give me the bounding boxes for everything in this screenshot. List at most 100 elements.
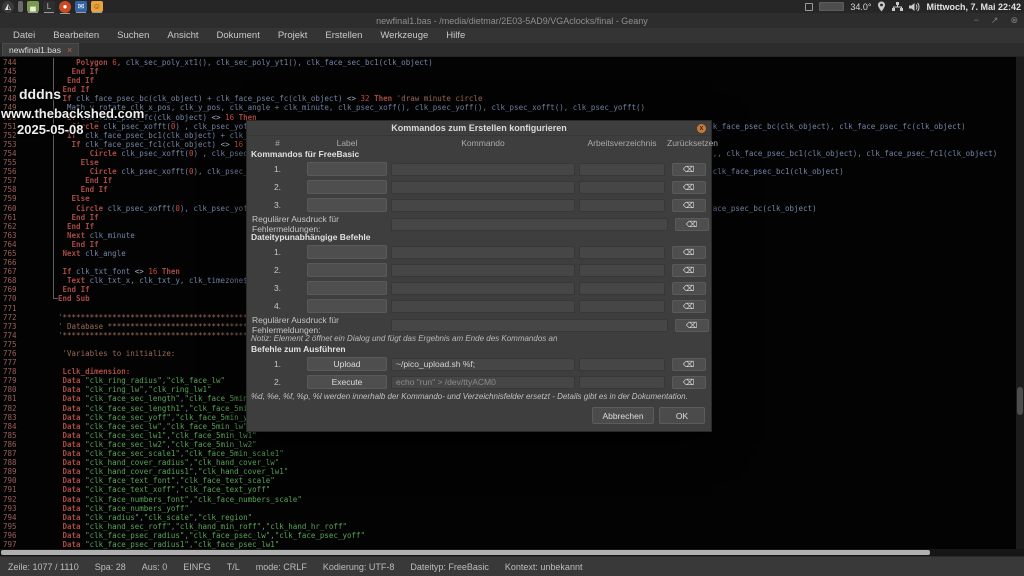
code-line-796[interactable]: 796 Data "clk_face_psec_radius","clk_fac… (0, 531, 997, 540)
network-icon[interactable] (892, 2, 903, 12)
label-button[interactable] (307, 281, 387, 295)
label-button[interactable] (307, 180, 387, 194)
menu-erstellen[interactable]: Erstellen (316, 28, 371, 43)
menu-suchen[interactable]: Suchen (108, 28, 158, 43)
command-field[interactable] (391, 282, 575, 295)
menu-ansicht[interactable]: Ansicht (158, 28, 207, 43)
command-field[interactable] (391, 181, 575, 194)
workdir-field[interactable] (579, 264, 665, 277)
code-line-786[interactable]: 786 Data "clk_face_sec_lw2","clk_face_5m… (0, 440, 997, 449)
reset-button[interactable]: ⌫ (672, 376, 706, 389)
command-field[interactable]: echo "run" > /dev/ttyACM0 (391, 376, 575, 389)
reset-button[interactable]: ⌫ (672, 199, 706, 212)
row-number: 2. (250, 377, 305, 387)
menu-datei[interactable]: Datei (4, 28, 44, 43)
workdir-field[interactable] (579, 282, 665, 295)
command-field[interactable] (391, 264, 575, 277)
command-field[interactable] (391, 199, 575, 212)
code-line-746[interactable]: 746 End If (0, 76, 997, 85)
workdir-field[interactable] (579, 246, 665, 259)
reset-button[interactable]: ⌫ (672, 163, 706, 176)
label-button[interactable] (307, 263, 387, 277)
code-line-788[interactable]: 788 Data "clk_hand_cover_radius","clk_ha… (0, 458, 997, 467)
regex-field[interactable] (391, 319, 668, 332)
menu-hilfe[interactable]: Hilfe (437, 28, 474, 43)
location-pin-icon[interactable] (877, 1, 886, 12)
minimize-button[interactable]: − (974, 13, 979, 28)
horizontal-scrollbar-thumb[interactable] (1, 550, 930, 555)
reset-button[interactable]: ⌫ (672, 358, 706, 371)
code-line-794[interactable]: 794 Data "clk_radius","clk_scale","clk_r… (0, 513, 997, 522)
temperature-indicator[interactable]: 34.0° (850, 2, 871, 12)
reset-button[interactable]: ⌫ (675, 218, 709, 231)
menu-werkzeuge[interactable]: Werkzeuge (371, 28, 437, 43)
code-line-748[interactable]: 748 If clk_face_psec_bc(clk_object) + cl… (0, 94, 997, 103)
code-line-745[interactable]: 745 End If (0, 67, 997, 76)
code-line-744[interactable]: 744 Polygon 6, clk_sec_poly_xt1(), clk_s… (0, 58, 997, 67)
tab-newfinal1[interactable]: newfinal1.bas × (2, 43, 79, 56)
code-line-795[interactable]: 795 Data "clk_hand_sec_roff","clk_hand_m… (0, 522, 997, 531)
reset-button[interactable]: ⌫ (672, 181, 706, 194)
tray-widget-box[interactable] (819, 2, 844, 11)
horizontal-scrollbar[interactable] (0, 549, 1024, 556)
label-button[interactable] (307, 299, 387, 313)
volume-icon[interactable] (909, 2, 920, 12)
menu-projekt[interactable]: Projekt (269, 28, 317, 43)
ok-button[interactable]: OK (659, 407, 705, 424)
close-button[interactable]: ⊗ (1010, 13, 1018, 28)
reset-button[interactable]: ⌫ (672, 300, 706, 313)
tab-close-icon[interactable]: × (67, 46, 72, 55)
menu-bearbeiten[interactable]: Bearbeiten (44, 28, 108, 43)
workdir-field[interactable] (579, 181, 665, 194)
vertical-scrollbar-thumb[interactable] (1017, 387, 1023, 415)
terminal-icon[interactable]: L (43, 1, 55, 12)
menu-dokument[interactable]: Dokument (208, 28, 269, 43)
code-line-749[interactable]: 749 Math v_rotate clk_x_pos, clk_y_pos, … (0, 103, 997, 112)
dialog-titlebar[interactable]: Kommandos zum Erstellen konfigurieren x (247, 121, 711, 136)
workdir-field[interactable] (579, 300, 665, 313)
command-field[interactable] (391, 163, 575, 176)
command-field[interactable]: ~/pico_upload.sh %f; (391, 358, 575, 371)
code-line-747[interactable]: 747 End If (0, 85, 997, 94)
workdir-field[interactable] (579, 199, 665, 212)
cancel-button[interactable]: Abbrechen (592, 407, 654, 424)
vertical-scrollbar[interactable] (1016, 57, 1024, 549)
chat-icon[interactable]: ☺ (91, 1, 103, 12)
media-app-icon[interactable]: ● (59, 1, 71, 13)
file-manager-icon[interactable]: ▄ (27, 1, 39, 12)
code-line-791[interactable]: 791 Data "clk_face_text_xoff","clk_face_… (0, 485, 997, 494)
code-line-792[interactable]: 792 Data "clk_face_numbers_font","clk_fa… (0, 495, 997, 504)
dialog-close-icon[interactable]: x (697, 124, 706, 133)
line-number: 781 (0, 394, 50, 403)
workdir-field[interactable] (579, 376, 665, 389)
code-line-787[interactable]: 787 Data "clk_face_sec_scale1","clk_face… (0, 449, 997, 458)
reset-button[interactable]: ⌫ (675, 319, 709, 332)
code-line-793[interactable]: 793 Data "clk_face_numbers_yoff" (0, 504, 997, 513)
label-button[interactable] (307, 198, 387, 212)
code-line-790[interactable]: 790 Data "clk_face_text_font","clk_face_… (0, 476, 997, 485)
distro-menu-icon[interactable]: ◭ (2, 1, 14, 13)
label-button[interactable]: Upload (307, 357, 387, 371)
code-line-797[interactable]: 797 Data "clk_face_psec_radius1","clk_fa… (0, 540, 997, 549)
line-text: End If (50, 67, 99, 76)
command-field[interactable] (391, 246, 575, 259)
reset-button[interactable]: ⌫ (672, 264, 706, 277)
maximize-button[interactable]: ↗ (991, 13, 999, 28)
window-titlebar[interactable]: newfinal1.bas - /media/dietmar/2E03-5AD9… (0, 13, 1024, 28)
window-restore-icon[interactable] (805, 3, 813, 11)
label-button[interactable] (307, 162, 387, 176)
code-line-789[interactable]: 789 Data "clk_hand_cover_radius1","clk_h… (0, 467, 997, 476)
label-button[interactable] (307, 245, 387, 259)
workdir-field[interactable] (579, 163, 665, 176)
panel-clock[interactable]: Mittwoch, 7. Mai 22:42 (926, 2, 1021, 12)
command-field[interactable] (391, 300, 575, 313)
reset-button[interactable]: ⌫ (672, 282, 706, 295)
mail-icon[interactable]: ✉ (75, 1, 87, 12)
regex-field[interactable] (391, 218, 668, 231)
show-desktop-icon[interactable] (18, 1, 23, 12)
reset-button[interactable]: ⌫ (672, 246, 706, 259)
workdir-field[interactable] (579, 358, 665, 371)
label-button[interactable]: Execute (307, 375, 387, 389)
code-line-785[interactable]: 785 Data "clk_face_sec_lw1","clk_face_5m… (0, 431, 997, 440)
line-text: Data "clk_hand_cover_radius1","clk_hand_… (50, 467, 288, 476)
